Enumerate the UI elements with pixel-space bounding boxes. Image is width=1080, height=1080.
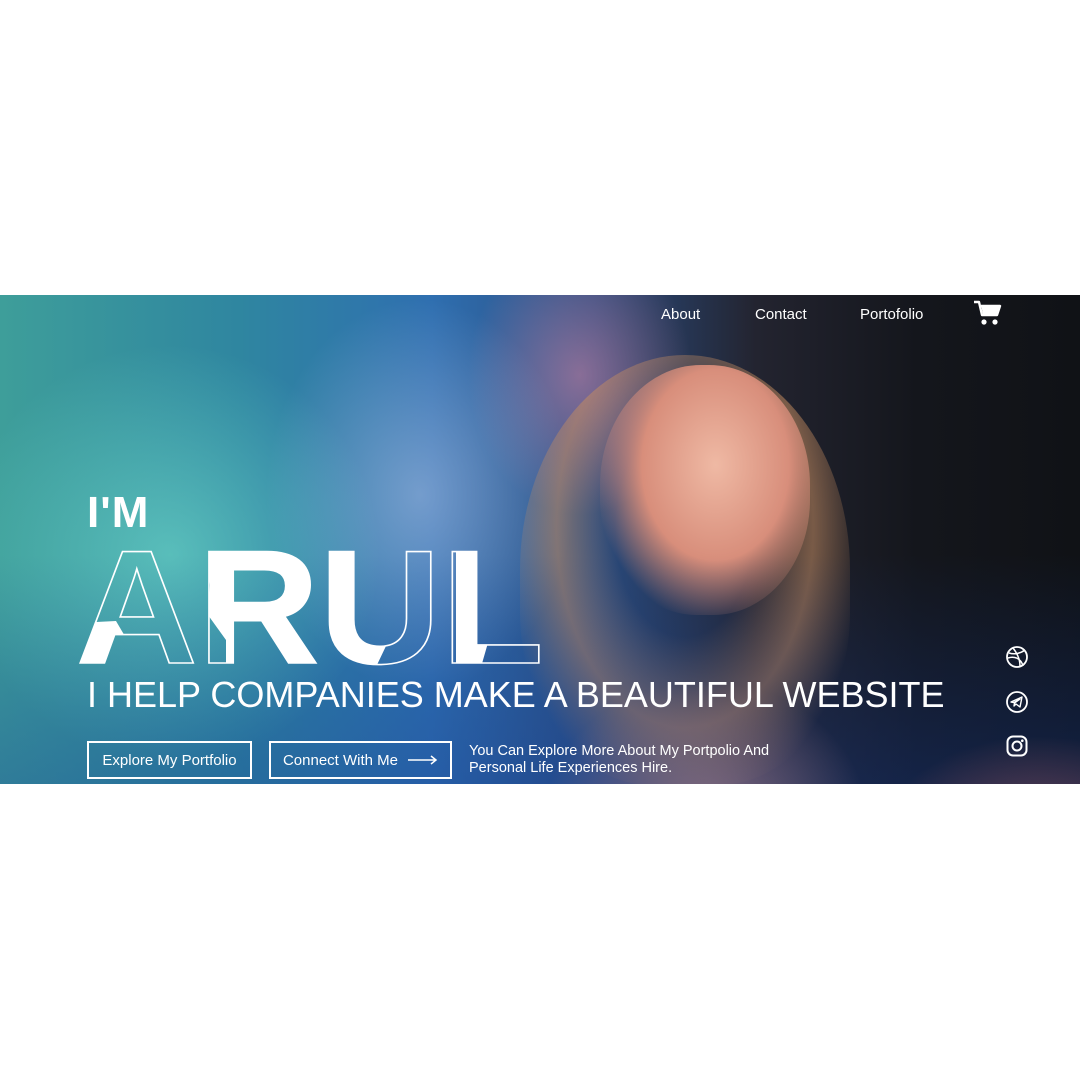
shopping-cart-icon[interactable]	[972, 299, 1002, 327]
intro-label: I'M	[87, 488, 150, 537]
arrow-right-icon	[408, 755, 438, 765]
hero-name-graphic: ARUL ARUL	[76, 535, 545, 667]
hero-name: ARUL ARUL	[76, 535, 556, 667]
hero-description: You Can Explore More About My Portpolio …	[469, 743, 770, 776]
telegram-icon[interactable]	[1005, 690, 1029, 714]
hero-photo-face	[600, 365, 810, 615]
connect-with-me-label: Connect With Me	[282, 751, 399, 769]
nav-about-link[interactable]: About	[661, 306, 700, 323]
hero-tagline: I HELP COMPANIES MAKE A BEAUTIFUL WEBSIT…	[87, 674, 945, 715]
connect-with-me-button[interactable]: Connect With Me	[269, 741, 452, 779]
instagram-icon[interactable]	[1005, 734, 1029, 758]
hero-photo-hair	[520, 355, 850, 784]
nav-portfolio-link[interactable]: Portofolio	[860, 306, 923, 323]
explore-portfolio-label: Explore My Portfolio	[102, 751, 237, 769]
nav-contact-link[interactable]: Contact	[755, 306, 807, 323]
dribbble-icon[interactable]	[1005, 645, 1029, 669]
explore-portfolio-button[interactable]: Explore My Portfolio	[87, 741, 252, 779]
